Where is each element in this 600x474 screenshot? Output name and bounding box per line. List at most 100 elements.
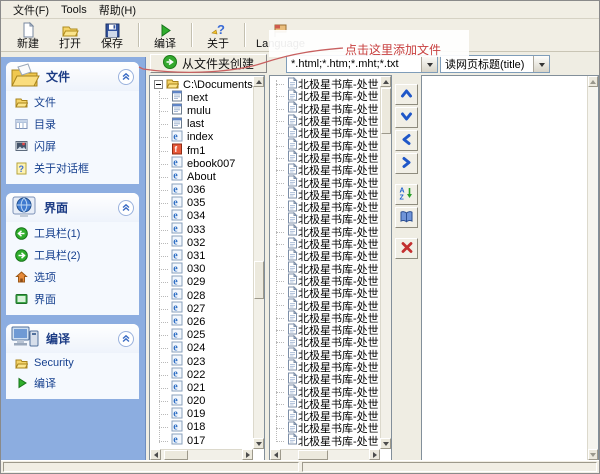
tree-node-023[interactable]: e023 [150, 355, 253, 368]
move-left-button[interactable] [395, 130, 418, 151]
move-right-button[interactable] [395, 153, 418, 174]
sidebar-item-label: 目录 [34, 116, 56, 132]
dropdown-arrow-icon[interactable] [533, 56, 549, 72]
delete-button[interactable] [395, 238, 418, 259]
tree-vertical-scrollbar[interactable] [253, 76, 264, 449]
tree-node-032[interactable]: e032 [150, 236, 253, 249]
sidebar-item-关于对话框[interactable]: ?关于对话框 [6, 157, 139, 179]
scroll-down-icon[interactable] [380, 438, 391, 449]
tree-node-017[interactable]: e017 [150, 434, 253, 447]
book-icon [399, 210, 414, 226]
toolbar-button-4[interactable]: ?关于 [197, 19, 239, 51]
tree-node-034[interactable]: e034 [150, 210, 253, 223]
sidebar-section-header[interactable]: 文件 [6, 62, 139, 91]
dropdown-arrow-icon[interactable] [421, 56, 437, 72]
tree-node-020[interactable]: e020 [150, 395, 253, 408]
sidebar-section-header[interactable]: 界面 [6, 193, 139, 222]
tree-node-About[interactable]: eAbout [150, 170, 253, 183]
arrange-toolbar: AZ [395, 84, 419, 261]
sidebar-item-目录[interactable]: 目录 [6, 113, 139, 135]
tree-node-label: index [187, 131, 213, 143]
move-down-button[interactable] [395, 107, 418, 128]
toolbar-button-1[interactable]: 打开 [49, 19, 91, 51]
sidebar-item-文件[interactable]: 文件 [6, 91, 139, 113]
scroll-right-icon[interactable] [369, 449, 380, 460]
tree-horizontal-scrollbar[interactable] [150, 449, 253, 460]
collapse-minus-icon[interactable] [154, 80, 163, 89]
sidebar-item-工具栏(1)[interactable]: 工具栏(1) [6, 222, 139, 244]
tree-node-035[interactable]: e035 [150, 197, 253, 210]
sidebar-item-闪屏[interactable]: 闪屏 [6, 135, 139, 157]
list-horizontal-scrollbar[interactable] [270, 449, 380, 460]
tree-node-index[interactable]: eindex [150, 131, 253, 144]
tree-node-fm1[interactable]: ffm1 [150, 144, 253, 157]
scroll-left-icon[interactable] [270, 449, 281, 460]
scrollbar-thumb[interactable] [381, 88, 391, 134]
scroll-up-icon[interactable] [253, 76, 264, 87]
folder-icon [15, 356, 28, 369]
list-vertical-scrollbar[interactable] [380, 76, 391, 449]
sidebar-section-header[interactable]: 编译 [6, 324, 139, 353]
tree-node-last[interactable]: last [150, 118, 253, 131]
menu-item-1[interactable]: Tools [57, 2, 95, 18]
preview-vertical-scrollbar[interactable] [587, 76, 598, 460]
tree-node-022[interactable]: e022 [150, 368, 253, 381]
create-from-folder-button[interactable]: 从文件夹创建 [150, 54, 267, 73]
sidebar-item-Security[interactable]: Security [6, 353, 139, 372]
scroll-down-icon[interactable] [253, 438, 264, 449]
tree-node-031[interactable]: e031 [150, 249, 253, 262]
collapse-chevron-icon[interactable] [118, 200, 134, 216]
svg-text:Z: Z [400, 195, 405, 201]
book-button[interactable] [395, 207, 418, 228]
scrollbar-thumb[interactable] [254, 261, 264, 299]
tree-node-next[interactable]: next [150, 91, 253, 104]
scrollbar-thumb[interactable] [164, 450, 188, 460]
tree-node-029[interactable]: e029 [150, 276, 253, 289]
sidebar-item-工具栏(2)[interactable]: 工具栏(2) [6, 244, 139, 266]
scrollbar-thumb[interactable] [298, 450, 328, 460]
toolbar-button-3[interactable]: 编译 [144, 19, 186, 51]
tree-node-label: 027 [187, 303, 205, 315]
collapse-chevron-icon[interactable] [118, 69, 134, 85]
tree-node-021[interactable]: e021 [150, 381, 253, 394]
tree-node-026[interactable]: e026 [150, 315, 253, 328]
sidebar-item-界面[interactable]: 界面 [6, 288, 139, 310]
sort-button[interactable]: AZ [395, 184, 418, 205]
tree-node-018[interactable]: e018 [150, 421, 253, 434]
tree-node-024[interactable]: e024 [150, 342, 253, 355]
title-mode-value: 读网页标题(title) [441, 56, 533, 72]
tree-node-label: 026 [187, 316, 205, 328]
scroll-down-icon[interactable] [588, 449, 598, 460]
move-up-button[interactable] [395, 84, 418, 105]
scroll-right-icon[interactable] [242, 449, 253, 460]
sidebar-item-选项[interactable]: 选项 [6, 266, 139, 288]
tree-node-019[interactable]: e019 [150, 408, 253, 421]
svg-text:e: e [173, 171, 178, 182]
tree-node-mulu[interactable]: mulu [150, 104, 253, 117]
tree-node-028[interactable]: e028 [150, 289, 253, 302]
sidebar-item-编译[interactable]: 编译 [6, 372, 139, 394]
scroll-up-icon[interactable] [588, 76, 598, 87]
collapse-chevron-icon[interactable] [118, 331, 134, 347]
chapter-row-29[interactable]: 北极星书库-处世 [270, 435, 380, 447]
svg-text:e: e [173, 342, 178, 353]
toolbar-button-0[interactable]: 新建 [7, 19, 49, 51]
menu-item-0[interactable]: 文件(F) [9, 0, 57, 20]
scroll-up-icon[interactable] [380, 76, 391, 87]
screen-icon [15, 293, 28, 306]
title-mode-combo[interactable]: 读网页标题(title) [440, 55, 550, 73]
tree-node-ebook007[interactable]: eebook007 [150, 157, 253, 170]
scroll-left-icon[interactable] [150, 449, 161, 460]
sidebar-item-label: Security [34, 357, 74, 369]
tree-root-node[interactable]: C:\Documents a [150, 78, 253, 91]
green-right-arrow-icon [15, 249, 28, 262]
tree-node-025[interactable]: e025 [150, 329, 253, 342]
menu-item-2[interactable]: 帮助(H) [95, 0, 144, 20]
tree-node-030[interactable]: e030 [150, 263, 253, 276]
status-cell [3, 462, 299, 472]
tree-node-033[interactable]: e033 [150, 223, 253, 236]
sidebar: 文件文件目录闪屏?关于对话框界面工具栏(1)工具栏(2)选项界面编译Securi… [1, 57, 146, 462]
tree-node-036[interactable]: e036 [150, 184, 253, 197]
toolbar-button-2[interactable]: 保存 [91, 19, 133, 51]
tree-node-027[interactable]: e027 [150, 302, 253, 315]
